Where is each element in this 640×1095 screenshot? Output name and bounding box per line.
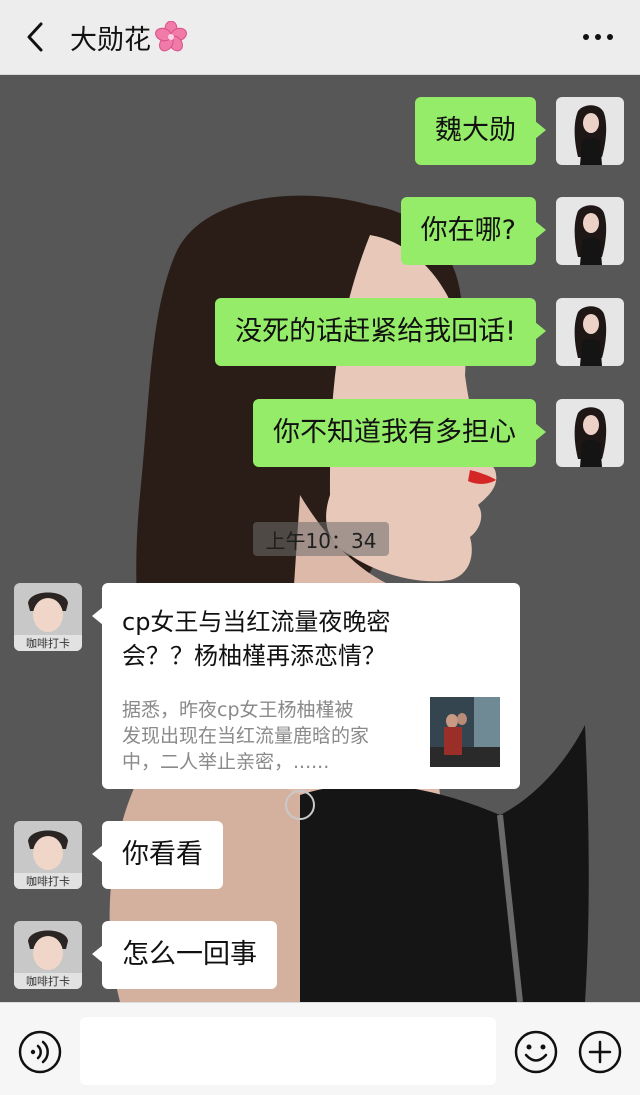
received-message[interactable]: 咖啡打卡 怎么一回事 (14, 921, 277, 989)
contact-avatar[interactable]: 咖啡打卡 (14, 583, 82, 651)
voice-button[interactable] (18, 1030, 62, 1074)
profile-photo-icon (556, 399, 624, 467)
message-input[interactable] (80, 1017, 496, 1085)
chevron-left-icon (27, 22, 43, 52)
received-message[interactable]: 咖啡打卡 cp女王与当红流量夜晚密 会？？杨柚槿再添恋情？ 据悉，昨夜cp女王杨… (14, 583, 520, 789)
contact-photo-icon: 咖啡打卡 (14, 583, 82, 651)
message-bubble[interactable]: 没死的话赶紧给我回话! (215, 298, 546, 366)
link-card-title: cp女王与当红流量夜晚密 会？？杨柚槿再添恋情？ (122, 608, 391, 670)
chat-header: 大勋花 (0, 0, 640, 75)
profile-photo-icon (556, 298, 624, 366)
sent-message[interactable]: 你在哪? (400, 197, 624, 265)
more-options-button[interactable] (578, 22, 618, 52)
contact-photo-icon: 咖啡打卡 (14, 821, 82, 889)
cherry-blossom-icon (155, 21, 187, 52)
message-bubble[interactable]: 你不知道我有多担心 (253, 399, 546, 467)
profile-photo-icon (556, 97, 624, 165)
avatar-caption: 咖啡打卡 (26, 974, 70, 988)
received-message[interactable]: 咖啡打卡 你看看 (14, 821, 223, 889)
chat-title-text: 大勋花 (70, 24, 151, 56)
contact-avatar[interactable]: 咖啡打卡 (14, 921, 82, 989)
sent-message[interactable]: 魏大勋 (415, 97, 624, 165)
voice-icon (18, 1030, 62, 1074)
news-link-card[interactable]: cp女王与当红流量夜晚密 会？？杨柚槿再添恋情？ 据悉，昨夜cp女王杨柚槿被 发… (92, 583, 520, 789)
chat-title: 大勋花 (70, 18, 187, 57)
message-timestamp: 上午10：34 (253, 522, 389, 556)
emoji-button[interactable] (514, 1030, 558, 1074)
emoji-icon (514, 1030, 558, 1074)
more-dots-icon (583, 34, 613, 40)
message-bubble[interactable]: 你在哪? (400, 197, 547, 265)
sent-message[interactable]: 没死的话赶紧给我回话! (215, 298, 624, 366)
avatar-caption: 咖啡打卡 (26, 636, 70, 650)
link-card-description: 据悉，昨夜cp女王杨柚槿被 发现出现在当红流量鹿晗的家 中，二人举止亲密，...… (122, 699, 370, 773)
more-functions-button[interactable] (578, 1030, 622, 1074)
message-bubble[interactable]: 魏大勋 (415, 97, 546, 165)
profile-photo-icon (556, 197, 624, 265)
contact-photo-icon: 咖啡打卡 (14, 921, 82, 989)
message-bubble[interactable]: 怎么一回事 (92, 921, 277, 989)
avatar-caption: 咖啡打卡 (26, 874, 70, 888)
back-button[interactable] (0, 0, 70, 75)
message-bubble[interactable]: 你看看 (92, 821, 223, 889)
my-avatar[interactable] (556, 97, 624, 165)
my-avatar[interactable] (556, 399, 624, 467)
chat-area[interactable]: 魏大勋 你在哪? 没死的话赶紧给我回话! 你不知道我有多担心 上午10：34 咖… (0, 75, 640, 1002)
my-avatar[interactable] (556, 197, 624, 265)
link-card-thumbnail (430, 697, 500, 767)
plus-icon (578, 1030, 622, 1074)
sent-message[interactable]: 你不知道我有多担心 (253, 399, 624, 467)
contact-avatar[interactable]: 咖啡打卡 (14, 821, 82, 889)
input-bar (0, 1002, 640, 1095)
my-avatar[interactable] (556, 298, 624, 366)
